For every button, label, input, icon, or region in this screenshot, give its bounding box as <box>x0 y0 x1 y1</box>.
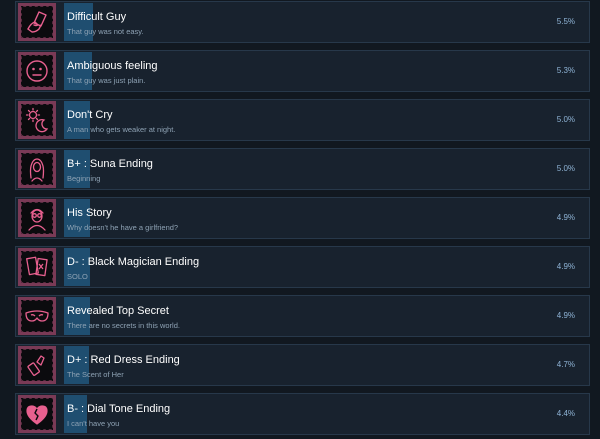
achievement-title: B+ : Suna Ending <box>67 158 153 170</box>
unlock-percent: 5.5% <box>556 17 575 26</box>
achievement-row[interactable]: Don't Cry A man who gets weaker at night… <box>15 99 590 141</box>
achievement-icon-frame <box>18 248 56 286</box>
achievement-title: D+ : Red Dress Ending <box>67 354 180 366</box>
achievement-icon-frame <box>18 150 56 188</box>
achievement-description: A man who gets weaker at night. <box>67 125 176 134</box>
achievement-description: Why doesn't he have a girlfriend? <box>67 223 179 232</box>
achievement-title: Difficult Guy <box>67 11 127 23</box>
unlock-percent: 4.4% <box>556 409 575 418</box>
achievement-description: That guy was just plain. <box>67 76 146 85</box>
achievement-icon-frame <box>18 52 56 90</box>
unlock-percent: 4.9% <box>556 213 575 222</box>
achievement-icon-frame <box>18 101 56 139</box>
achievement-icon-frame <box>18 395 56 433</box>
unlock-percent: 5.0% <box>556 164 575 173</box>
achievement-title: Don't Cry <box>67 109 113 121</box>
achievement-description: SOLO <box>67 272 88 281</box>
achievement-description: That guy was not easy. <box>67 27 144 36</box>
neutral-face-icon <box>22 56 52 86</box>
unlock-percent: 4.9% <box>556 262 575 271</box>
achievement-description: There are no secrets in this world. <box>67 321 180 330</box>
achievement-row[interactable]: Difficult Guy That guy was not easy. 5.5… <box>15 1 590 43</box>
woman-portrait-icon <box>22 154 52 184</box>
achievement-row[interactable]: Ambiguous feeling That guy was just plai… <box>15 50 590 92</box>
achievement-row[interactable]: B+ : Suna Ending Beginning 5.0% <box>15 148 590 190</box>
sun-moon-icon <box>22 105 52 135</box>
tarot-cards-icon <box>22 252 52 282</box>
man-glasses-icon <box>22 203 52 233</box>
achievement-icon-frame <box>18 346 56 384</box>
achievement-icon-frame <box>18 3 56 41</box>
achievement-description: I can't have you <box>67 419 120 428</box>
achievement-row[interactable]: His Story Why doesn't he have a girlfrie… <box>15 197 590 239</box>
achievement-title: B- : Dial Tone Ending <box>67 403 171 415</box>
unlock-percent: 5.0% <box>556 115 575 124</box>
unlock-percent: 4.7% <box>556 360 575 369</box>
unlock-percent: 5.3% <box>556 66 575 75</box>
achievement-title: D- : Black Magician Ending <box>67 256 200 268</box>
achievement-row[interactable]: D+ : Red Dress Ending The Scent of Her 4… <box>15 344 590 386</box>
broken-heart-icon <box>22 399 52 429</box>
achievement-row[interactable]: D- : Black Magician Ending SOLO 4.9% <box>15 246 590 288</box>
achievement-row[interactable]: Revealed Top Secret There are no secrets… <box>15 295 590 337</box>
hand-card-icon <box>22 7 52 37</box>
achievement-description: The Scent of Her <box>67 370 124 379</box>
achievement-icon-frame <box>18 199 56 237</box>
lipstick-icon <box>22 350 52 380</box>
achievement-title: His Story <box>67 207 112 219</box>
achievement-icon-frame <box>18 297 56 335</box>
achievement-row[interactable]: B- : Dial Tone Ending I can't have you 4… <box>15 393 590 435</box>
achievement-description: Beginning <box>67 174 101 183</box>
achievement-title: Revealed Top Secret <box>67 305 169 317</box>
achievement-title: Ambiguous feeling <box>67 60 158 72</box>
unlock-percent: 4.9% <box>556 311 575 320</box>
mask-icon <box>22 301 52 331</box>
